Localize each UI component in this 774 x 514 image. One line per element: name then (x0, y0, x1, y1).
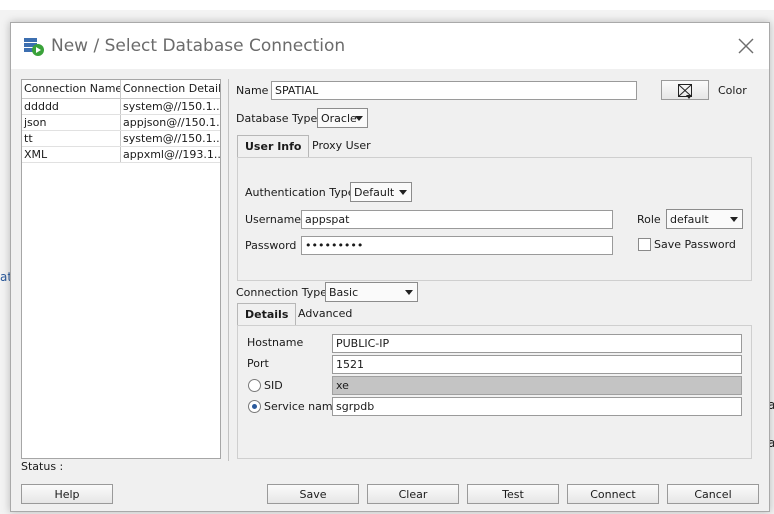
connect-button[interactable]: Connect (567, 484, 659, 504)
connection-details: appjson@//150.1... (123, 116, 220, 129)
background-app-top (0, 0, 774, 10)
column-header-connection-name[interactable]: Connection Name (22, 80, 121, 98)
connection-type-label: Connection Type (236, 286, 328, 299)
role-value: default (670, 213, 709, 226)
save-password-checkbox[interactable] (638, 238, 651, 251)
connection-details: appxml@//193.1... (123, 148, 220, 161)
dialog-title: New / Select Database Connection (51, 36, 346, 56)
connection-name: ddddd (22, 99, 121, 114)
service-name-radio[interactable] (248, 400, 261, 413)
sid-field: xe (332, 376, 742, 395)
tab-proxy-user[interactable]: Proxy User (305, 135, 378, 157)
splitter[interactable] (228, 79, 229, 461)
help-button[interactable]: Help (21, 484, 113, 504)
save-password-label[interactable]: Save Password (654, 238, 736, 251)
database-type-label: Database Type (236, 112, 318, 125)
chevron-down-icon (399, 190, 407, 195)
password-label: Password (245, 239, 297, 252)
hostname-label: Hostname (247, 336, 304, 349)
connection-type-value: Basic (329, 286, 359, 299)
authentication-type-label: Authentication Type (245, 186, 355, 199)
port-label: Port (247, 357, 269, 370)
database-type-select[interactable]: Oracle (317, 108, 368, 128)
role-select[interactable]: default (666, 209, 743, 229)
connection-row[interactable]: tt system@//150.1... (22, 131, 220, 147)
connection-details: system@//150.1... (123, 132, 220, 145)
tab-advanced[interactable]: Advanced (291, 303, 359, 325)
sid-radio[interactable] (248, 379, 261, 392)
username-field[interactable]: appspat (301, 210, 613, 229)
connection-details: system@//150.1... (123, 100, 220, 113)
database-connection-icon (23, 36, 45, 61)
new-select-connection-dialog: New / Select Database Connection Connect… (10, 22, 770, 512)
authentication-type-value: Default (354, 186, 395, 199)
close-icon[interactable] (733, 33, 759, 59)
service-name-label[interactable]: Service name (264, 400, 339, 413)
save-button[interactable]: Save (267, 484, 359, 504)
clear-button[interactable]: Clear (367, 484, 459, 504)
name-label: Name (236, 84, 269, 97)
connection-name: XML (22, 147, 121, 162)
connection-name: tt (22, 131, 121, 146)
connection-type-select[interactable]: Basic (325, 282, 418, 302)
connection-name: json (22, 115, 121, 130)
connection-list-header: Connection Name Connection Details (22, 80, 220, 99)
name-field[interactable]: SPATIAL (271, 81, 637, 100)
tab-user-info[interactable]: User Info (237, 135, 310, 157)
chevron-down-icon (405, 290, 413, 295)
hostname-field[interactable]: PUBLIC-IP (332, 334, 742, 353)
dialog-titlebar: New / Select Database Connection (11, 23, 769, 69)
username-label: Username (245, 213, 302, 226)
status-label: Status : (21, 460, 64, 473)
connection-row[interactable]: ddddd system@//150.1... (22, 99, 220, 115)
connection-row[interactable]: XML appxml@//193.1... (22, 147, 220, 163)
role-label: Role (637, 213, 661, 226)
column-header-connection-details[interactable]: Connection Details (121, 80, 220, 98)
chevron-down-icon (730, 217, 738, 222)
cancel-button[interactable]: Cancel (667, 484, 759, 504)
port-field[interactable]: 1521 (332, 355, 742, 374)
database-type-value: Oracle (321, 112, 357, 125)
test-button[interactable]: Test (467, 484, 559, 504)
service-name-field[interactable]: sgrpdb (332, 397, 742, 416)
authentication-type-select[interactable]: Default (350, 182, 412, 202)
chevron-down-icon (355, 116, 363, 121)
color-button[interactable] (661, 80, 709, 100)
color-label: Color (718, 84, 747, 97)
tab-details[interactable]: Details (237, 303, 297, 325)
connection-list[interactable]: Connection Name Connection Details ddddd… (21, 79, 221, 459)
connection-row[interactable]: json appjson@//150.1... (22, 115, 220, 131)
sid-label[interactable]: SID (264, 379, 283, 392)
password-field[interactable]: ••••••••• (301, 236, 613, 255)
